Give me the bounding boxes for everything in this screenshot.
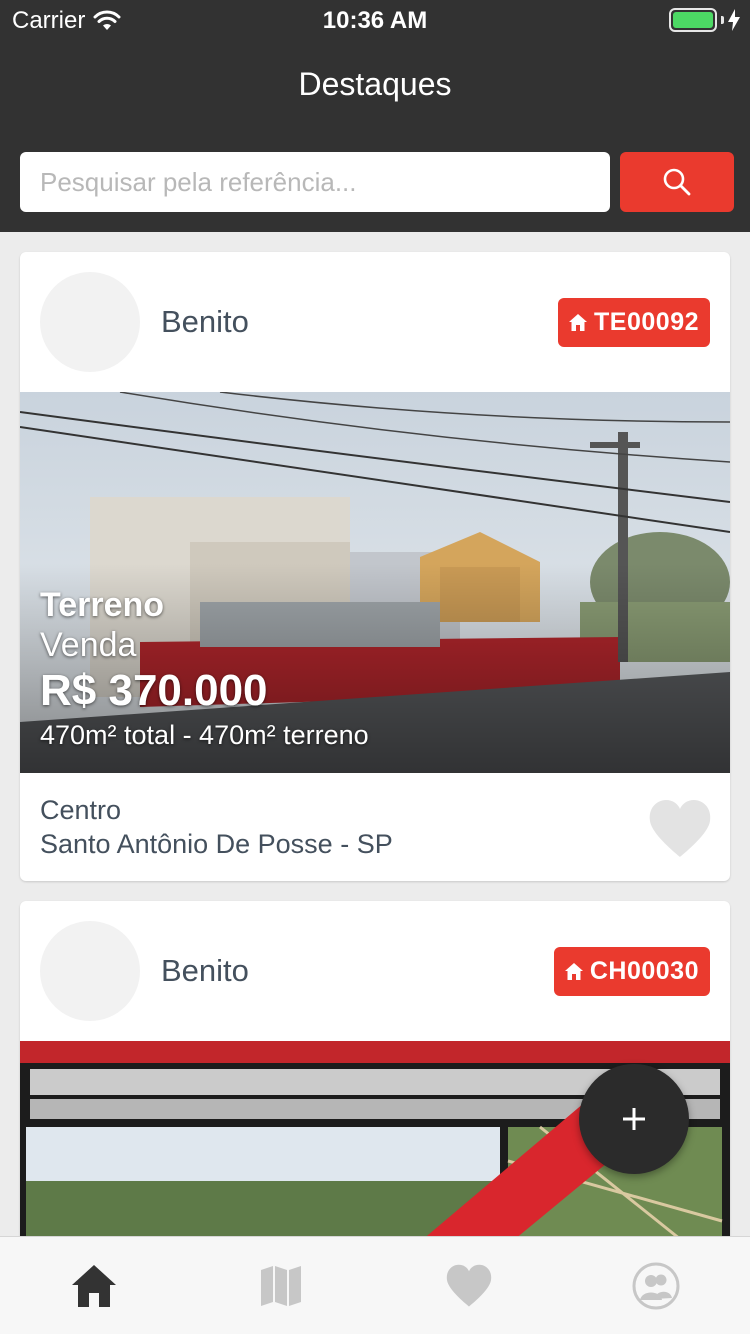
search-icon <box>663 168 691 196</box>
owner-name: Benito <box>161 953 249 988</box>
tab-favorites[interactable] <box>375 1237 563 1334</box>
listing-photo[interactable]: Terreno Venda R$ 370.000 470m² total - 4… <box>20 392 730 773</box>
favorite-heart-icon[interactable] <box>648 799 712 859</box>
home-icon <box>71 1264 116 1307</box>
listing-header: Benito CH00030 <box>20 901 730 1041</box>
listing-card[interactable]: Benito TE00092 Terreno Venda R$ 370.000 … <box>20 252 730 881</box>
listing-location: Centro Santo Antônio De Posse - SP <box>20 773 730 881</box>
listing-header: Benito TE00092 <box>20 252 730 392</box>
owner-avatar <box>40 921 140 1021</box>
battery-icon <box>669 8 717 32</box>
owner-name: Benito <box>161 304 249 339</box>
tab-bar <box>0 1236 750 1334</box>
area: 470m² total - 470m² terreno <box>40 720 369 750</box>
map-icon <box>261 1265 302 1306</box>
charging-bolt-icon <box>728 9 740 31</box>
home-icon <box>569 314 588 331</box>
price: R$ 370.000 <box>40 666 268 715</box>
reference-badge: CH00030 <box>553 947 710 996</box>
app-header: Destaques <box>0 40 750 232</box>
reference-code: CH00030 <box>589 957 699 985</box>
reference-code: TE00092 <box>594 308 699 336</box>
tab-map[interactable] <box>188 1237 376 1334</box>
listing-summary: Terreno Venda R$ 370.000 470m² total - 4… <box>40 585 369 753</box>
search-button[interactable] <box>620 152 734 212</box>
add-listing-button[interactable] <box>579 1064 689 1174</box>
tab-profile[interactable] <box>563 1237 750 1334</box>
clock: 10:36 AM <box>322 7 428 34</box>
reference-badge: TE00092 <box>558 298 710 347</box>
status-bar: Carrier 10:36 AM <box>0 0 750 40</box>
plus-icon <box>623 1108 645 1130</box>
neighborhood: Centro <box>40 795 122 825</box>
tab-home[interactable] <box>0 1237 188 1334</box>
users-icon <box>632 1262 680 1309</box>
owner-avatar <box>40 272 140 372</box>
page-title: Destaques <box>298 66 452 102</box>
property-type: Terreno <box>40 586 165 624</box>
heart-icon <box>446 1264 491 1307</box>
home-icon <box>564 963 583 980</box>
deal-type: Venda <box>40 626 137 664</box>
battery-indicator <box>669 8 740 32</box>
city: Santo Antônio De Posse - SP <box>40 829 393 859</box>
reference-search-input[interactable] <box>20 152 610 212</box>
